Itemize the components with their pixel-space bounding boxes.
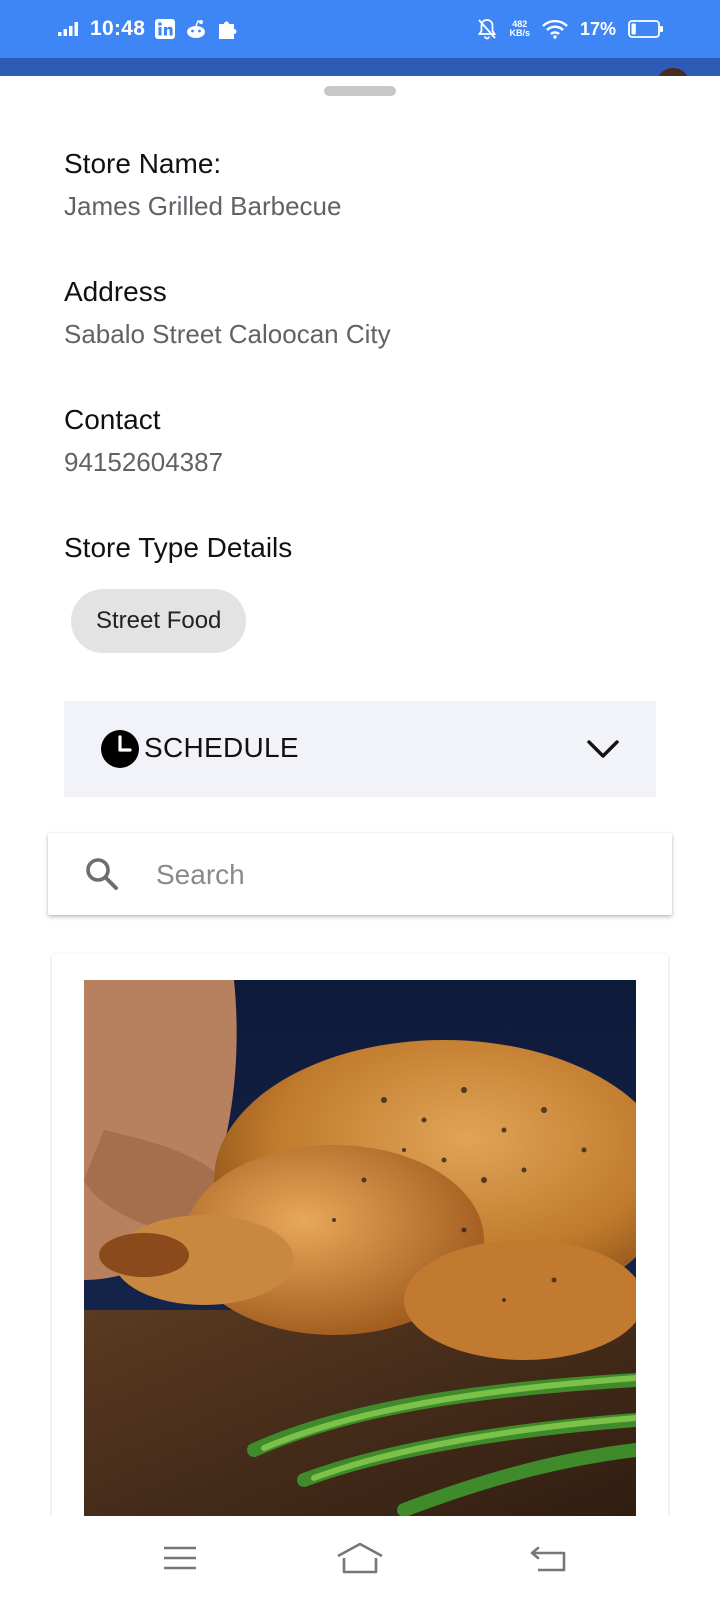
address-value: Sabalo Street Caloocan City bbox=[64, 319, 391, 349]
mute-bell-icon bbox=[478, 19, 497, 40]
search-icon[interactable] bbox=[84, 856, 120, 892]
linkedin-icon bbox=[155, 19, 176, 39]
status-right: 482 KB/s 17% bbox=[477, 14, 664, 44]
menu-icon bbox=[164, 1546, 196, 1570]
battery-icon bbox=[628, 20, 663, 38]
puzzle-icon bbox=[219, 21, 237, 39]
status-left: 10:48 bbox=[58, 14, 239, 44]
status-bar: 10:48 482 KB/s 17% bbox=[0, 0, 720, 58]
contact-label: Contact bbox=[64, 404, 161, 435]
home-button[interactable] bbox=[330, 1534, 390, 1582]
network-speed: 482 KB/s bbox=[509, 20, 530, 38]
status-time: 10:48 bbox=[90, 17, 146, 40]
home-icon bbox=[337, 1542, 383, 1574]
battery-percentage: 17% bbox=[579, 18, 616, 39]
wifi-icon bbox=[542, 19, 568, 39]
navigation-bar bbox=[0, 1516, 720, 1600]
search-input[interactable] bbox=[154, 847, 638, 903]
back-icon bbox=[530, 1546, 566, 1572]
store-type-chip[interactable]: Street Food bbox=[71, 589, 247, 653]
cellular-signal-icon bbox=[58, 22, 78, 36]
roast-chicken-image bbox=[84, 980, 636, 1516]
store-type-chip-label: Street Food bbox=[96, 607, 222, 634]
chevron-down-icon[interactable] bbox=[586, 735, 620, 763]
clock-icon bbox=[101, 730, 139, 768]
app-bar-strip bbox=[0, 58, 720, 76]
store-name-label: Store Name: bbox=[64, 148, 222, 179]
address-label: Address bbox=[64, 276, 167, 307]
reddit-icon bbox=[187, 20, 206, 38]
back-button[interactable] bbox=[518, 1534, 578, 1582]
schedule-label: SCHEDULE bbox=[144, 732, 299, 763]
search-bar[interactable] bbox=[48, 833, 672, 915]
drag-handle[interactable] bbox=[324, 86, 396, 96]
schedule-expander[interactable]: SCHEDULE bbox=[64, 701, 656, 797]
product-card[interactable] bbox=[52, 954, 668, 1516]
network-speed-unit: KB/s bbox=[509, 28, 530, 38]
store-name-value: James Grilled Barbecue bbox=[64, 191, 342, 221]
contact-value: 94152604387 bbox=[64, 447, 224, 477]
store-type-label: Store Type Details bbox=[64, 532, 293, 563]
menu-button[interactable] bbox=[150, 1534, 210, 1582]
store-details-sheet: Store Name: James Grilled Barbecue Addre… bbox=[0, 76, 720, 1516]
